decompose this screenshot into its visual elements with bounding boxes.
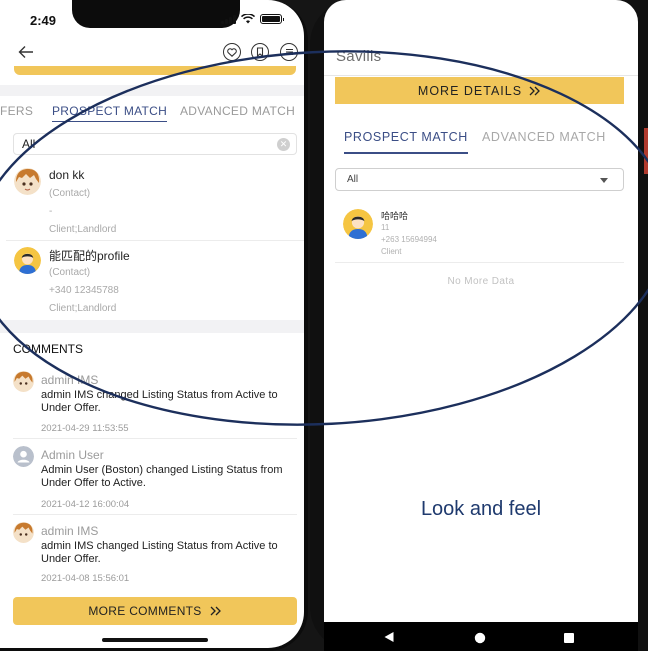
match-name: 能匹配的profile (49, 249, 130, 263)
section-separator (0, 320, 304, 333)
list-divider (13, 438, 297, 439)
comment-timestamp: 2021-04-12 16:00:04 (41, 499, 130, 510)
right-phone-screen: Savills MORE DETAILS PROSPECT MATCH ADVA… (324, 0, 638, 622)
match-name: 哈哈哈 (381, 211, 409, 221)
tab-prospect-match[interactable]: PROSPECT MATCH (344, 130, 468, 154)
back-triangle-icon[interactable] (383, 631, 395, 643)
match-phone: +263 15694994 (381, 235, 437, 244)
match-contact-type: 11 (381, 223, 390, 232)
list-divider (13, 514, 297, 515)
favorite-heart-icon[interactable] (223, 43, 241, 61)
match-contact-type: (Contact) (49, 267, 91, 278)
left-phone-screen: 2:49 FERS PROSPECT MATCH ADVANCED MATCH (0, 0, 304, 648)
more-comments-label: MORE COMMENTS (88, 604, 202, 618)
phone-notch (72, 0, 240, 28)
comment-item: admin IMS admin IMS changed Listing Stat… (0, 522, 304, 586)
comment-author: Admin User (41, 448, 104, 462)
match-filter-select[interactable]: All ✕ (13, 133, 297, 155)
more-details-label: MORE DETAILS (417, 83, 523, 98)
comment-timestamp: 2021-04-29 11:53:55 (41, 423, 129, 434)
home-circle-icon[interactable] (474, 632, 486, 644)
more-comments-button[interactable]: MORE COMMENTS (13, 597, 297, 625)
person-avatar (14, 247, 41, 274)
filter-value: All (22, 137, 36, 151)
cellular-signal-icon (221, 14, 236, 24)
appbar-divider (324, 75, 638, 76)
section-separator (0, 85, 304, 96)
comment-message: Admin User (Boston) changed Listing Stat… (41, 464, 283, 489)
side-button (644, 128, 648, 174)
list-divider (335, 262, 624, 263)
double-chevron-right-icon (529, 86, 540, 95)
no-more-data-text: No More Data (447, 276, 515, 287)
back-arrow-icon[interactable] (16, 42, 36, 62)
tab-prospect-match[interactable]: PROSPECT MATCH (52, 104, 168, 122)
status-icons (221, 14, 284, 24)
comment-item: Admin User Admin User (Boston) changed L… (0, 446, 304, 510)
more-details-button-partial[interactable] (14, 66, 296, 75)
match-name: don kk (49, 168, 85, 182)
tab-advanced-match[interactable]: ADVANCED MATCH (180, 104, 295, 118)
comment-author: admin IMS (41, 524, 99, 538)
look-and-feel-caption: Look and feel (420, 498, 542, 520)
match-tabs: PROSPECT MATCH ADVANCED MATCH (324, 130, 638, 156)
anime-avatar (13, 371, 34, 392)
left-phone-frame: 2:49 FERS PROSPECT MATCH ADVANCED MATCH (0, 0, 308, 651)
menu-icon[interactable] (280, 43, 298, 61)
app-header (0, 36, 304, 70)
comment-message: admin IMS changed Listing Status from Ac… (41, 389, 278, 414)
comment-message: admin IMS changed Listing Status from Ac… (41, 540, 278, 565)
match-contact-type: (Contact) (49, 188, 91, 199)
recents-square-icon[interactable] (563, 632, 575, 644)
tab-offers[interactable]: FERS (0, 104, 33, 118)
list-divider (6, 240, 304, 241)
match-role: Client;Landlord (49, 303, 117, 314)
list-item[interactable]: don kk (Contact) - Client;Landlord (0, 168, 304, 240)
wifi-icon (241, 14, 255, 24)
match-role: Client;Landlord (49, 224, 117, 235)
list-item[interactable]: 哈哈哈 11 +263 15694994 Client (324, 208, 638, 264)
anime-avatar (13, 522, 34, 543)
app-title: Savills (336, 48, 382, 65)
comment-item: admin IMS admin IMS changed Listing Stat… (0, 371, 304, 435)
filter-value: All (347, 174, 359, 185)
dropdown-caret-icon (600, 178, 608, 183)
match-phone: - (49, 206, 53, 217)
comment-timestamp: 2021-04-08 15:56:01 (41, 573, 130, 584)
match-role: Client (381, 247, 402, 256)
double-chevron-right-icon (210, 606, 221, 616)
comments-heading: COMMENTS (13, 342, 83, 356)
match-phone: +340 12345788 (49, 285, 119, 296)
more-details-button[interactable]: MORE DETAILS (335, 77, 624, 104)
battery-icon (260, 14, 284, 24)
home-indicator (102, 638, 208, 642)
match-filter-select[interactable]: All (335, 168, 624, 191)
match-tabs: FERS PROSPECT MATCH ADVANCED MATCH (0, 104, 304, 126)
list-item[interactable]: 能匹配的profile (Contact) +340 12345788 Clie… (0, 247, 304, 319)
comparison-stage: 2:49 FERS PROSPECT MATCH ADVANCED MATCH (0, 0, 648, 651)
person-avatar (343, 209, 373, 239)
comment-author: admin IMS (41, 373, 99, 387)
bookmark-icon[interactable] (251, 43, 269, 61)
tab-advanced-match[interactable]: ADVANCED MATCH (482, 130, 606, 144)
default-user-avatar (13, 446, 34, 467)
right-phone-frame: Savills MORE DETAILS PROSPECT MATCH ADVA… (310, 0, 648, 651)
clear-filter-icon[interactable]: ✕ (277, 138, 290, 151)
anime-avatar (14, 168, 41, 195)
status-time: 2:49 (30, 13, 57, 28)
